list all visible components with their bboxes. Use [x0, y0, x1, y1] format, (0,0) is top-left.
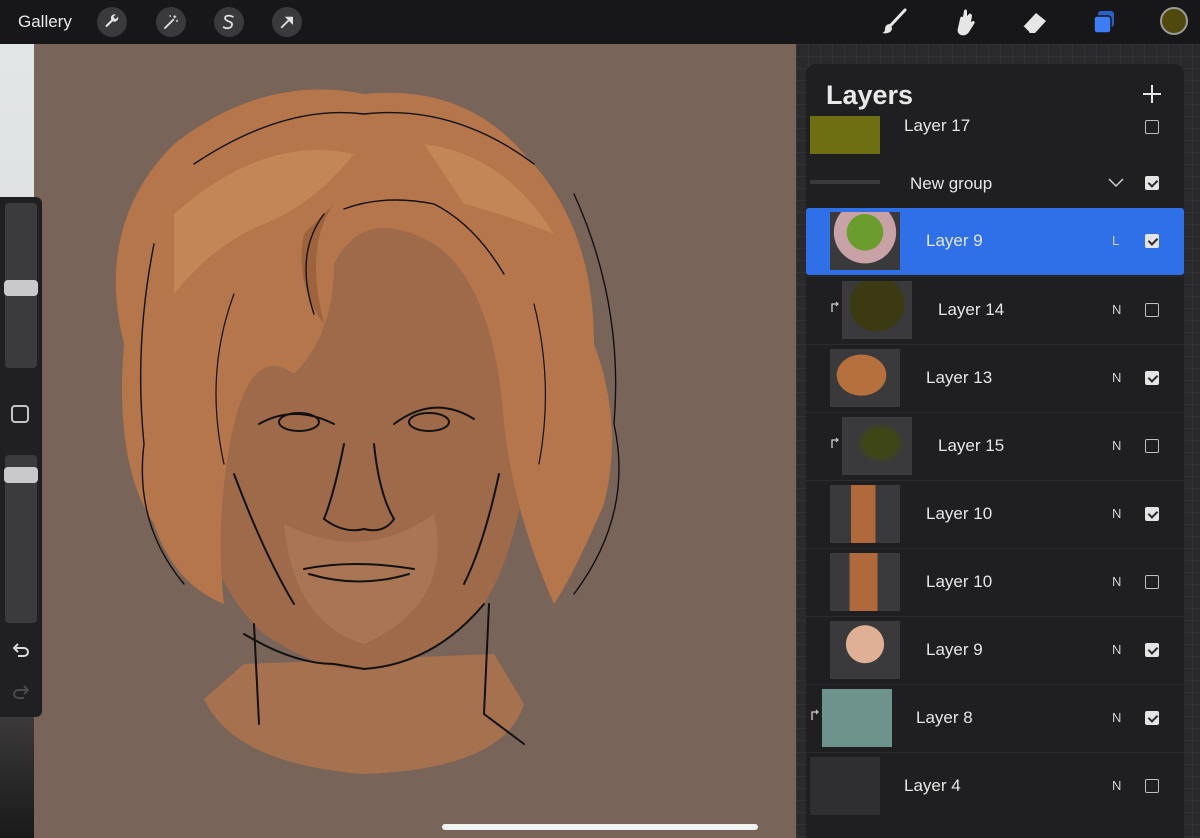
blend-mode-label[interactable]: N: [1112, 302, 1121, 317]
blend-mode-label[interactable]: N: [1112, 370, 1121, 385]
visibility-checkbox[interactable]: [1145, 234, 1159, 248]
visibility-checkbox[interactable]: [1145, 120, 1159, 134]
layer-row[interactable]: Layer 9 L: [806, 208, 1184, 275]
layer-thumbnail: [842, 417, 912, 475]
layer-name: Layer 4: [904, 776, 961, 795]
layer-name: Layer 9: [926, 640, 983, 659]
left-sidebar: [0, 197, 42, 717]
layer-thumbnail: [842, 281, 912, 339]
visibility-checkbox[interactable]: [1145, 711, 1159, 725]
layer-thumbnail: [830, 349, 900, 407]
layer-name: Layer 15: [938, 436, 1005, 455]
layer-thumbnail: [810, 116, 880, 154]
opacity-knob[interactable]: [4, 467, 38, 484]
visibility-checkbox[interactable]: [1145, 371, 1159, 385]
layers-icon[interactable]: [1088, 6, 1120, 38]
modify-button[interactable]: [11, 405, 29, 423]
layers-title: Layers: [826, 80, 914, 110]
layer-row[interactable]: Layer 9 N: [806, 616, 1184, 684]
top-toolbar: Gallery: [0, 0, 1200, 44]
brush-size-knob[interactable]: [4, 280, 38, 297]
layer-thumbnail: [830, 485, 900, 543]
blend-mode-label[interactable]: N: [1112, 710, 1121, 725]
smudge-icon[interactable]: [948, 6, 980, 38]
redo-icon[interactable]: [10, 682, 32, 704]
layer-thumbnail: [830, 621, 900, 679]
color-picker-swatch[interactable]: [1160, 7, 1188, 35]
clipping-mask-icon: [831, 437, 839, 448]
gallery-button[interactable]: Gallery: [18, 12, 72, 32]
drawing-canvas[interactable]: [34, 44, 796, 838]
layer-row[interactable]: Layer 13 N: [806, 344, 1184, 412]
layer-row[interactable]: Layer 8 N: [806, 684, 1184, 752]
selection-icon[interactable]: [214, 7, 244, 37]
layer-thumbnail: [822, 689, 892, 747]
visibility-checkbox[interactable]: [1145, 303, 1159, 317]
clipping-mask-icon: [831, 301, 839, 312]
visibility-checkbox[interactable]: [1145, 507, 1159, 521]
blend-mode-label[interactable]: N: [1112, 506, 1121, 521]
layer-name: Layer 8: [916, 708, 973, 727]
brush-icon[interactable]: [878, 6, 910, 38]
layer-row[interactable]: Layer 14 N: [806, 276, 1184, 344]
blend-mode-label[interactable]: N: [1112, 438, 1121, 453]
transform-arrow-icon[interactable]: [272, 7, 302, 37]
clipping-mask-icon: [811, 709, 819, 720]
layer-thumbnail: [810, 757, 880, 815]
layer-name: Layer 9: [926, 231, 983, 250]
layer-name: Layer 10: [926, 504, 993, 523]
layer-row[interactable]: Layer 10 N: [806, 548, 1184, 616]
wrench-icon[interactable]: [97, 7, 127, 37]
add-layer-plus-icon[interactable]: [1140, 82, 1164, 106]
blend-mode-label[interactable]: N: [1112, 778, 1121, 793]
layer-thumbnail: [830, 553, 900, 611]
home-indicator[interactable]: [442, 824, 758, 830]
layer-name: Layer 10: [926, 572, 993, 591]
layer-group-row[interactable]: New group: [806, 160, 1184, 208]
group-name: New group: [910, 174, 993, 193]
group-thumbnail: [810, 180, 880, 184]
blend-mode-label[interactable]: L: [1112, 233, 1119, 248]
blend-mode-label[interactable]: N: [1112, 642, 1121, 657]
layer-name: Layer 17: [904, 116, 971, 135]
layers-panel: Layers Layer 17 New group Layer 9 L Layer …: [806, 64, 1184, 838]
eraser-icon[interactable]: [1018, 6, 1050, 38]
portrait-artwork: [115, 89, 620, 774]
visibility-checkbox[interactable]: [1145, 575, 1159, 589]
layer-thumbnail: [830, 212, 900, 270]
layer-name: Layer 14: [938, 300, 1005, 319]
layer-row[interactable]: Layer 10 N: [806, 480, 1184, 548]
visibility-checkbox[interactable]: [1145, 439, 1159, 453]
magic-wand-icon[interactable]: [156, 7, 186, 37]
layer-row[interactable]: Layer 15 N: [806, 412, 1184, 480]
visibility-checkbox[interactable]: [1145, 643, 1159, 657]
layer-row-partial[interactable]: Layer 17: [806, 116, 1184, 160]
blend-mode-label[interactable]: N: [1112, 574, 1121, 589]
group-visibility-checkbox[interactable]: [1145, 176, 1159, 190]
layer-name: Layer 13: [926, 368, 993, 387]
undo-icon[interactable]: [10, 640, 32, 662]
visibility-checkbox[interactable]: [1145, 779, 1159, 793]
chevron-down-icon[interactable]: [1108, 178, 1124, 188]
layer-row[interactable]: Layer 4 N: [806, 752, 1184, 820]
